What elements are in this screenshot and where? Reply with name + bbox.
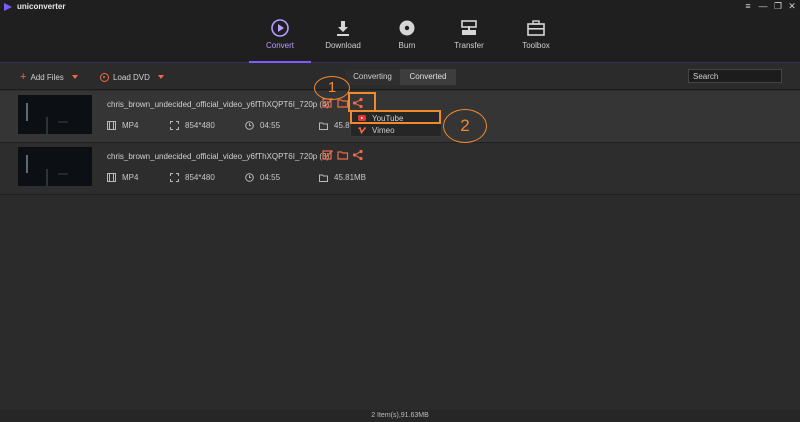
chevron-down-icon[interactable]: [71, 75, 78, 79]
toolbar: + Add Files Load DVD Converting Converte…: [0, 63, 800, 90]
search-input[interactable]: [688, 69, 782, 83]
size-info: 45.81: [319, 121, 354, 130]
chevron-down-icon[interactable]: [157, 75, 164, 79]
tab-converting[interactable]: Converting: [345, 69, 400, 85]
nav-toolbox-label: Toolbox: [522, 41, 550, 50]
close-button[interactable]: ✕: [786, 1, 798, 12]
nav-transfer-label: Transfer: [454, 41, 484, 50]
nav-burn[interactable]: Burn: [377, 18, 437, 50]
film-icon: [107, 173, 116, 182]
size-info: 45.81MB: [319, 173, 366, 182]
duration-value: 04:55: [260, 121, 281, 130]
resolution-info: 854*480: [170, 173, 215, 182]
film-icon: [107, 121, 116, 130]
format-value: MP4: [122, 121, 139, 130]
open-folder-icon[interactable]: [337, 149, 349, 161]
duration-value: 04:55: [260, 173, 281, 182]
add-files-label: Add Files: [30, 72, 64, 82]
file-name: chris_brown_undecided_official_video_y6f…: [107, 100, 330, 109]
nav-transfer[interactable]: Transfer: [439, 18, 499, 50]
app-title: uniconverter: [17, 2, 66, 11]
nav-toolbox[interactable]: Toolbox: [506, 18, 566, 50]
resolution-value: 854*480: [185, 121, 215, 130]
clock-icon: [245, 173, 254, 182]
duration-info: 04:55: [245, 121, 280, 130]
resolution-info: 854*480: [170, 121, 215, 130]
app-logo-icon: [4, 3, 12, 11]
duration-info: 04:55: [245, 173, 280, 182]
nav-download-label: Download: [325, 41, 361, 50]
youtube-highlight-box: [350, 110, 441, 124]
nav-convert-label: Convert: [265, 41, 294, 50]
vimeo-icon: [358, 126, 366, 134]
add-files-button[interactable]: + Add Files: [20, 71, 78, 83]
format-info: MP4: [107, 173, 138, 182]
edit-icon[interactable]: [322, 149, 334, 161]
menu-icon[interactable]: ≡: [742, 1, 754, 11]
nav-burn-label: Burn: [398, 41, 416, 50]
share-icon[interactable]: [352, 149, 364, 161]
size-value: 45.81MB: [334, 173, 367, 182]
share-vimeo[interactable]: Vimeo: [351, 124, 441, 136]
share-highlight-box: [348, 92, 376, 112]
burn-icon: [399, 20, 415, 36]
file-name: chris_brown_undecided_official_video_y6f…: [107, 152, 330, 161]
resolution-value: 854*480: [185, 173, 215, 182]
video-thumbnail: [18, 147, 92, 186]
nav-convert[interactable]: Convert: [250, 18, 310, 50]
plus-icon: +: [20, 71, 27, 83]
file-row[interactable]: chris_brown_undecided_official_video_y6f…: [0, 143, 800, 195]
nav-download[interactable]: Download: [313, 18, 373, 50]
resolution-icon: [170, 121, 179, 130]
video-thumbnail: [18, 95, 92, 134]
load-dvd-button[interactable]: Load DVD: [100, 71, 164, 83]
clock-icon: [245, 121, 254, 130]
vimeo-label: Vimeo: [372, 125, 395, 135]
resolution-icon: [170, 173, 179, 182]
folder-icon: [319, 174, 328, 182]
transfer-icon: [461, 20, 477, 35]
tab-converted[interactable]: Converted: [400, 69, 456, 85]
toolbox-icon: [527, 20, 545, 36]
dvd-icon: [100, 72, 109, 82]
maximize-button[interactable]: ❐: [772, 1, 784, 12]
status-bar: 2 Item(s),91.63MB: [0, 410, 800, 422]
download-icon: [337, 21, 349, 36]
format-value: MP4: [122, 173, 139, 182]
load-dvd-label: Load DVD: [113, 72, 150, 82]
convert-icon: [271, 19, 289, 37]
minimize-button[interactable]: —: [757, 1, 769, 11]
title-bar: uniconverter ≡ — ❐ ✕: [0, 0, 800, 14]
step-1-callout: 1: [314, 76, 350, 100]
step-2-callout: 2: [443, 109, 487, 143]
main-nav: Convert Download Burn Transfer Toolbox: [0, 14, 800, 63]
format-info: MP4: [107, 121, 138, 130]
folder-icon: [319, 122, 328, 130]
